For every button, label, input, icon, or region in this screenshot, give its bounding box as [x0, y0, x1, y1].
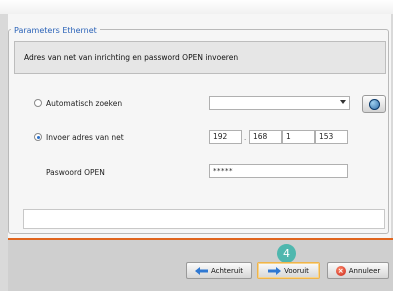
group-title: Parameters Ethernet: [11, 26, 100, 35]
cancel-label: Annuleer: [348, 266, 381, 275]
password-field[interactable]: *****: [209, 164, 348, 178]
search-network-button[interactable]: [362, 95, 386, 113]
ip-octet-3[interactable]: 1: [282, 130, 315, 144]
password-label: Paswoord OPEN: [46, 168, 105, 177]
ip-separator: .: [244, 134, 247, 142]
ip-octet-4[interactable]: 153: [315, 130, 348, 144]
top-strip: [0, 0, 393, 14]
cancel-button[interactable]: × Annuleer: [327, 262, 389, 279]
globe-network-icon: [369, 99, 380, 110]
network-combo[interactable]: [209, 96, 350, 110]
next-label: Vooruit: [284, 266, 309, 275]
status-area: [23, 209, 385, 229]
back-button[interactable]: Achteruit: [186, 262, 252, 279]
ip-octet-2[interactable]: 168: [249, 130, 282, 144]
back-label: Achteruit: [210, 266, 243, 275]
auto-search-label: Automatisch zoeken: [46, 99, 123, 108]
ip-octet-1[interactable]: 192: [209, 130, 242, 144]
arrow-right-icon: [268, 266, 282, 275]
radio-auto-search[interactable]: [34, 99, 42, 107]
chevron-down-icon: [340, 100, 346, 104]
manual-address-label: Invoer adres van net: [46, 133, 124, 142]
instruction-text: Adres van net van inrichting en password…: [14, 41, 386, 74]
next-button[interactable]: Vooruit: [257, 262, 320, 279]
cancel-x-icon: ×: [335, 265, 346, 276]
radio-manual-address[interactable]: [34, 133, 42, 141]
arrow-left-icon: [194, 266, 208, 275]
step-badge: 4: [277, 244, 296, 263]
